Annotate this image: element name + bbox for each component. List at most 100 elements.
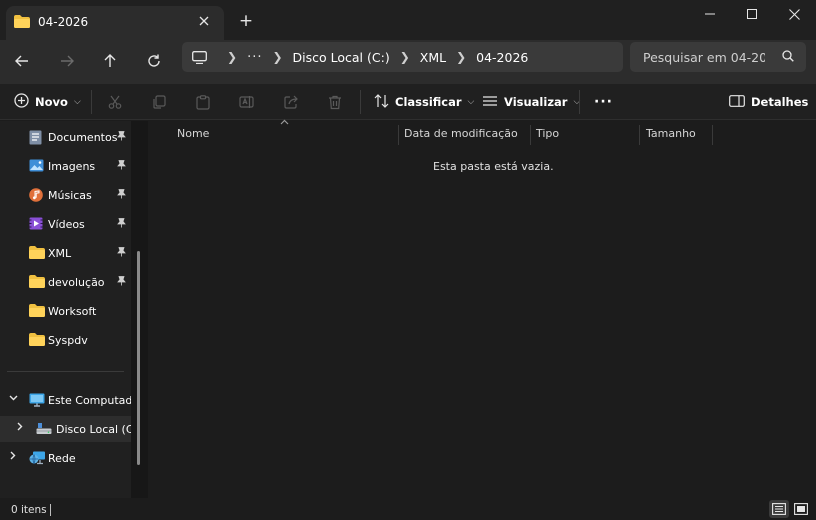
network-icon bbox=[29, 451, 45, 465]
pin-icon bbox=[117, 276, 126, 289]
folder-icon bbox=[29, 333, 45, 347]
forward-button[interactable] bbox=[52, 46, 82, 76]
tab-close-icon[interactable] bbox=[192, 10, 216, 32]
paste-icon[interactable] bbox=[193, 92, 213, 112]
chevron-right-icon: ❯ bbox=[272, 50, 283, 64]
overflow-button[interactable]: ··· bbox=[247, 50, 262, 65]
up-button[interactable] bbox=[95, 46, 125, 76]
chevron-right-icon: ❯ bbox=[399, 50, 410, 64]
chevron-down-icon: ⌵ bbox=[467, 97, 475, 107]
sidebar-item-label: Syspdv bbox=[48, 334, 88, 347]
chevron-right-icon: ❯ bbox=[227, 50, 238, 64]
sidebar-item-syspdv[interactable]: Syspdv bbox=[0, 327, 131, 353]
sidebar-item-local-disk[interactable]: Disco Local (C:) bbox=[0, 416, 131, 442]
new-label: Novo bbox=[35, 95, 68, 109]
new-tab-button[interactable]: + bbox=[234, 10, 258, 32]
share-icon[interactable] bbox=[281, 92, 301, 112]
breadcrumb-disco-local[interactable]: Disco Local (C:) bbox=[293, 50, 390, 65]
sidebar-item-label: Imagens bbox=[48, 160, 96, 173]
documents-icon bbox=[29, 130, 44, 145]
search-icon[interactable] bbox=[782, 50, 794, 65]
sidebar-item-videos[interactable]: Vídeos bbox=[0, 211, 131, 237]
chevron-down-icon: ⌵ bbox=[73, 97, 81, 107]
cut-icon[interactable] bbox=[105, 92, 125, 112]
details-pane-icon bbox=[729, 94, 745, 110]
chevron-right-icon[interactable] bbox=[10, 451, 16, 463]
sidebar-scrollbar[interactable] bbox=[131, 121, 148, 498]
details-view-button[interactable] bbox=[769, 500, 789, 518]
rename-icon[interactable] bbox=[237, 92, 257, 112]
sidebar-item-label: XML bbox=[48, 247, 72, 260]
folder-icon bbox=[29, 275, 45, 289]
sidebar-item-imagens[interactable]: Imagens bbox=[0, 153, 131, 179]
music-icon bbox=[29, 188, 44, 202]
toolbar-divider bbox=[91, 90, 92, 114]
pin-icon bbox=[117, 131, 126, 144]
sidebar-item-documentos[interactable]: Documentos bbox=[0, 124, 131, 150]
pictures-icon bbox=[29, 159, 44, 173]
copy-icon[interactable] bbox=[149, 92, 169, 112]
delete-icon[interactable] bbox=[325, 92, 345, 112]
details-label: Detalhes bbox=[751, 95, 809, 109]
status-bar: 0 itens bbox=[0, 498, 816, 520]
chevron-down-icon[interactable] bbox=[9, 393, 18, 404]
back-button[interactable] bbox=[7, 46, 37, 76]
maximize-button[interactable] bbox=[731, 0, 773, 28]
sidebar-item-label: Vídeos bbox=[48, 218, 85, 231]
column-separator[interactable] bbox=[530, 125, 531, 145]
folder-icon bbox=[14, 15, 30, 31]
column-separator[interactable] bbox=[639, 125, 640, 145]
sidebar-item-worksoft[interactable]: Worksoft bbox=[0, 298, 131, 324]
sidebar-item-this-pc[interactable]: Este Computador bbox=[0, 387, 131, 413]
pin-icon bbox=[117, 247, 126, 260]
item-count: 0 itens bbox=[11, 504, 47, 516]
column-header-name[interactable]: Nome bbox=[177, 127, 209, 140]
minimize-button[interactable] bbox=[689, 0, 731, 28]
scrollbar-thumb[interactable] bbox=[137, 251, 140, 465]
sort-icon bbox=[374, 93, 389, 111]
file-list: Nome Data de modificação Tipo Tamanho Es… bbox=[148, 118, 816, 498]
tab-04-2026[interactable]: 04-2026 bbox=[6, 6, 224, 40]
sidebar-item-label: Este Computador bbox=[48, 394, 131, 407]
sidebar-item-label: Worksoft bbox=[48, 305, 97, 318]
close-window-button[interactable] bbox=[773, 0, 815, 28]
toolbar-divider bbox=[579, 90, 580, 114]
breadcrumb-xml[interactable]: XML bbox=[420, 50, 446, 65]
column-header-size[interactable]: Tamanho bbox=[646, 127, 696, 140]
view-button[interactable]: Visualizar ⌵ bbox=[482, 90, 580, 114]
refresh-button[interactable] bbox=[139, 46, 169, 76]
search-placeholder: Pesquisar em 04-2026 bbox=[643, 49, 765, 65]
sidebar-item-label: Músicas bbox=[48, 189, 92, 202]
new-button[interactable]: Novo ⌵ bbox=[14, 90, 81, 114]
pin-icon bbox=[117, 189, 126, 202]
sidebar-item-label: Documentos bbox=[48, 131, 118, 144]
folder-icon bbox=[29, 246, 45, 260]
empty-folder-message: Esta pasta está vazia. bbox=[433, 160, 554, 173]
column-separator[interactable] bbox=[398, 125, 399, 145]
breadcrumb-04-2026[interactable]: 04-2026 bbox=[476, 50, 528, 65]
large-icons-view-button[interactable] bbox=[791, 500, 811, 518]
pin-icon bbox=[117, 218, 126, 231]
address-bar[interactable]: ❯ ··· ❯ Disco Local (C:) ❯ XML ❯ 04-2026 bbox=[182, 42, 623, 72]
sidebar-item-musicas[interactable]: Músicas bbox=[0, 182, 131, 208]
view-label: Visualizar bbox=[504, 95, 568, 109]
sort-ascending-icon bbox=[280, 118, 289, 128]
column-separator[interactable] bbox=[712, 125, 713, 145]
sort-label: Classificar bbox=[395, 95, 462, 109]
sidebar-item-label: Disco Local (C:) bbox=[56, 423, 131, 436]
search-input[interactable]: Pesquisar em 04-2026 bbox=[630, 42, 806, 72]
title-bar: 04-2026 + bbox=[0, 0, 816, 40]
chevron-right-icon: ❯ bbox=[456, 50, 467, 64]
toolbar-divider bbox=[360, 90, 361, 114]
details-button[interactable]: Detalhes bbox=[729, 90, 808, 114]
more-options-button[interactable]: ··· bbox=[594, 90, 613, 114]
sidebar-item-devolucao[interactable]: devolução bbox=[0, 269, 131, 295]
column-header-date-modified[interactable]: Data de modificação bbox=[404, 127, 518, 140]
sidebar-item-label: Rede bbox=[48, 452, 76, 465]
chevron-right-icon[interactable] bbox=[17, 422, 23, 434]
sort-button[interactable]: Classificar ⌵ bbox=[374, 90, 474, 114]
folder-icon bbox=[29, 304, 45, 318]
sidebar-item-xml[interactable]: XML bbox=[0, 240, 131, 266]
column-header-type[interactable]: Tipo bbox=[536, 127, 559, 140]
sidebar-item-network[interactable]: Rede bbox=[0, 445, 131, 471]
